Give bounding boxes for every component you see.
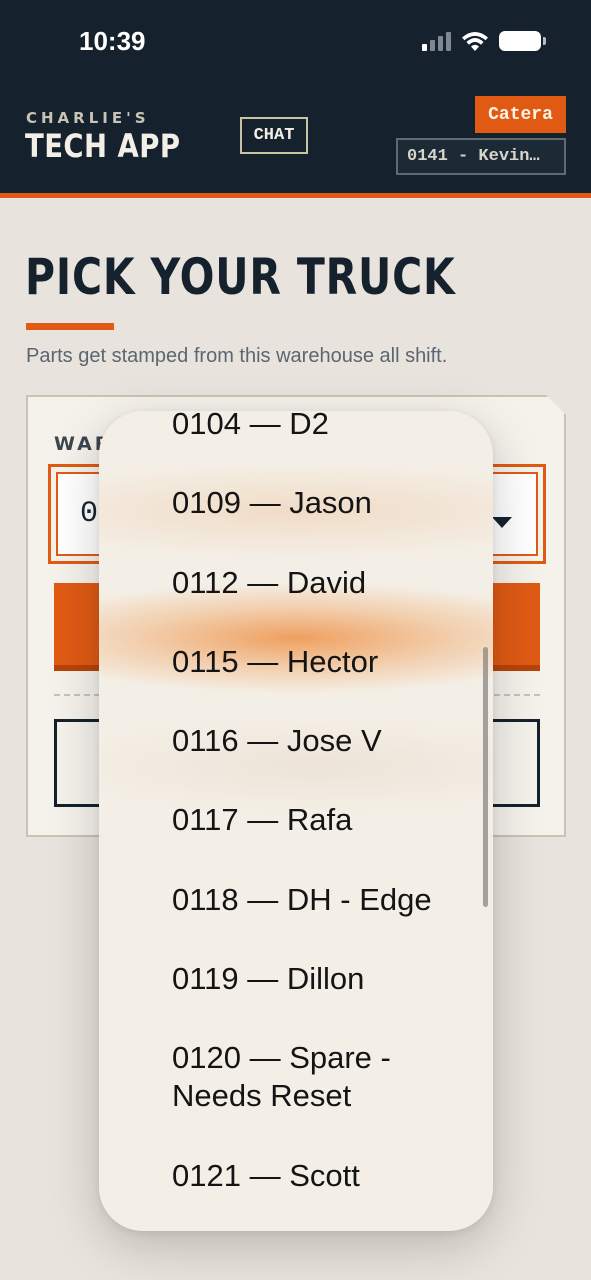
brand-title: TECH APP <box>25 127 181 165</box>
warehouse-select-value: 0 <box>80 497 99 531</box>
page-title: PICK YOUR TRUCK <box>25 248 456 306</box>
page-subtitle: Parts get stamped from this warehouse al… <box>26 345 448 367</box>
status-icons <box>422 28 546 54</box>
picker-option[interactable]: 0118 — DH - Edge <box>172 881 472 919</box>
picker-option[interactable]: 0109 — Jason <box>172 484 472 522</box>
truck-picker-popover[interactable]: 0104 — D2 0109 — Jason 0112 — David 0115… <box>99 411 493 1231</box>
picker-option[interactable]: 0120 — Spare - Needs Reset <box>172 1039 422 1115</box>
picker-scrollbar[interactable] <box>483 647 488 907</box>
picker-option[interactable]: 0104 — D2 <box>172 411 472 443</box>
picker-option[interactable]: 0115 — Hector <box>172 643 472 681</box>
app-header: 10:39 CHARLIE'S TECH APP CHAT Catera 014… <box>0 0 591 198</box>
card-corner-fold <box>546 395 566 415</box>
picker-option[interactable]: 0119 — Dillon <box>172 960 472 998</box>
cellular-signal-icon <box>422 31 451 51</box>
caret-down-icon <box>492 517 512 528</box>
battery-icon <box>499 31 546 51</box>
chat-button[interactable]: CHAT <box>240 117 308 154</box>
current-truck-chip[interactable]: 0141 - Kevin… <box>396 138 566 175</box>
wifi-icon <box>462 32 488 51</box>
title-underline <box>26 323 114 330</box>
status-time: 10:39 <box>79 26 146 56</box>
picker-option[interactable]: 0121 — Scott <box>172 1157 472 1195</box>
picker-option[interactable]: 0117 — Rafa <box>172 801 472 839</box>
picker-option[interactable]: 0112 — David <box>172 564 472 602</box>
brand-small: CHARLIE'S <box>26 109 150 127</box>
catera-button[interactable]: Catera <box>475 96 566 133</box>
picker-option[interactable]: 0116 — Jose V <box>172 722 472 760</box>
